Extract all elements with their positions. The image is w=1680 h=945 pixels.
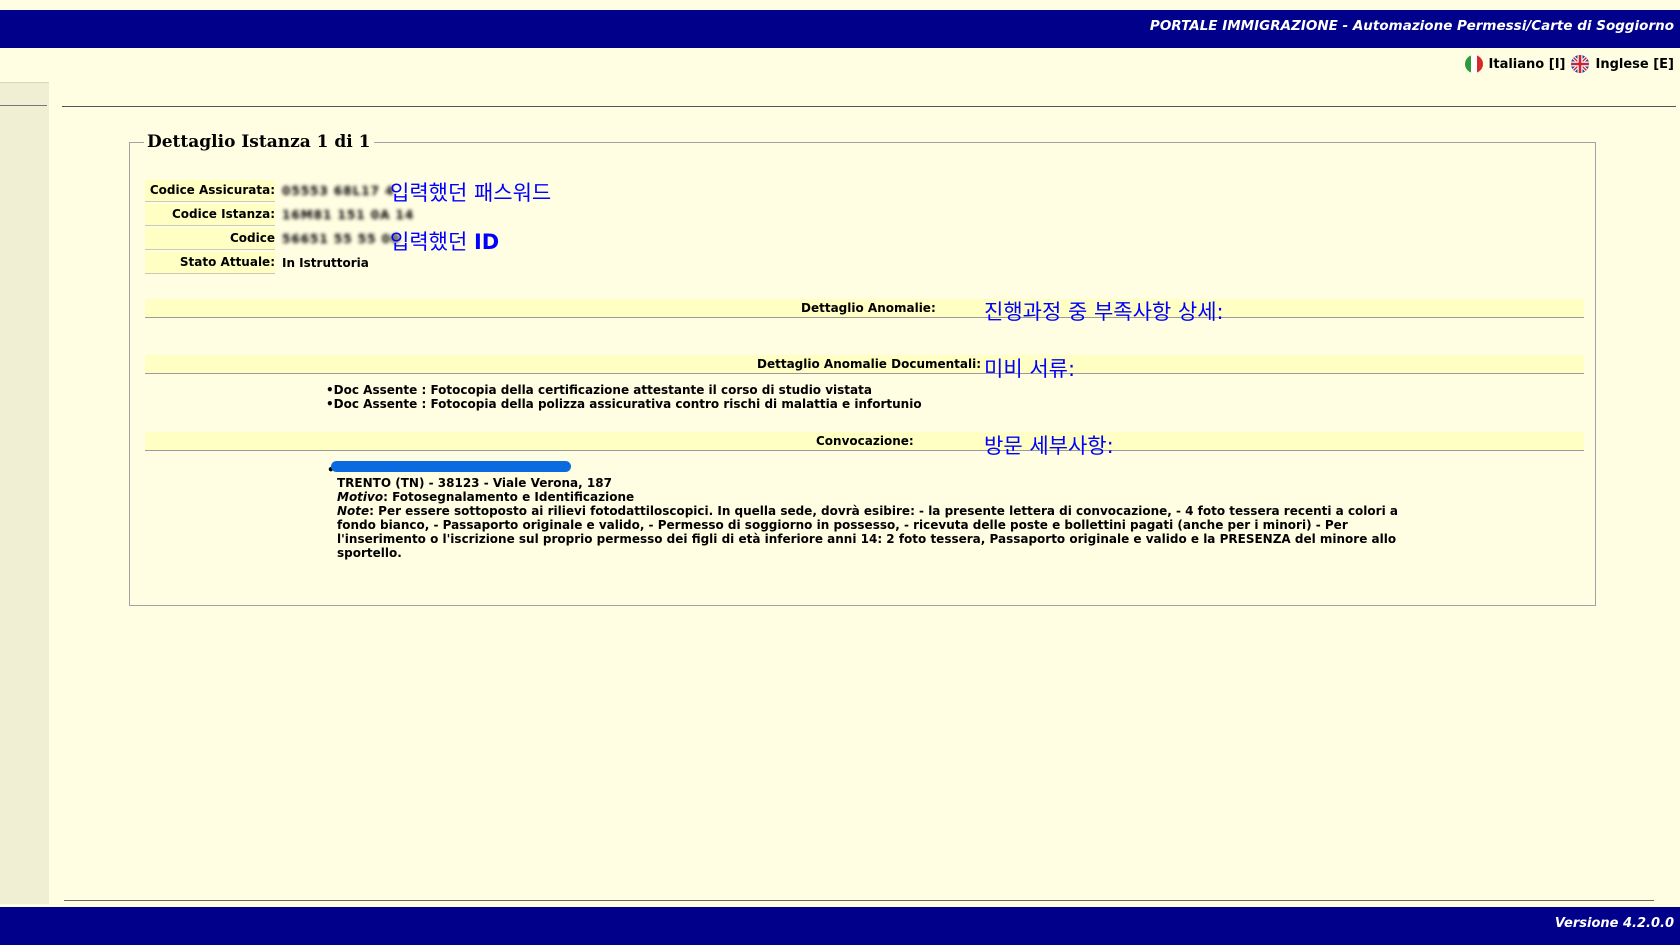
language-english-link[interactable]: Inglese [E]: [1595, 57, 1674, 72]
motivo-label: Motivo: [337, 490, 384, 504]
note-text: : Per essere sottoposto ai rilievi fotod…: [337, 504, 1398, 560]
annotation-convocazione: 방문 세부사항:: [984, 434, 1114, 458]
version-label: Versione 4.2.0.0: [1554, 916, 1674, 931]
field-value: In Istruttoria: [282, 256, 369, 270]
field-label: Codice Ologramma:: [145, 228, 275, 265]
field-value-redacted: 56651 55 55 00: [282, 232, 401, 246]
motivo-text: : Fotosegnalamento e Identificazione: [383, 490, 635, 504]
section-documentali-header: Dettaglio Anomalie Documentali:: [145, 355, 1584, 374]
app-header: PORTALE IMMIGRAZIONE - Automazione Perme…: [0, 10, 1680, 48]
annotation-id: 입력했던 ID: [390, 226, 499, 256]
italy-flag-icon[interactable]: [1464, 55, 1483, 73]
field-label: Codice Istanza:: [145, 204, 275, 226]
annotation-anomalie: 진행과정 중 부족사항 상세:: [984, 300, 1224, 324]
sidebar-divider-top: [0, 82, 49, 83]
annotation-id-strong: ID: [473, 230, 500, 254]
annotation-id-prefix: 입력했던: [390, 230, 474, 254]
section-convocazione-header: Convocazione:: [145, 432, 1584, 451]
annotation-password: 입력했던 패스워드: [390, 181, 552, 205]
redaction-bar: [331, 461, 571, 472]
convocation-details: • TRENTO (TN) - 38123 - Viale Verona, 18…: [327, 461, 1417, 560]
left-sidebar: [0, 82, 49, 904]
bottom-divider: [64, 900, 1654, 901]
top-strip: [0, 0, 1680, 10]
portal-title: PORTALE IMMIGRAZIONE - Automazione Perme…: [1149, 18, 1674, 34]
convocation-address: TRENTO (TN) - 38123 - Viale Verona, 187: [337, 476, 612, 490]
language-selector: Italiano [I] Inglese [E]: [1464, 55, 1674, 73]
missing-documents-list: Doc Assente : Fotocopia della certificaz…: [326, 383, 922, 411]
field-value-redacted: 16M81 151 0A 14: [282, 208, 415, 222]
list-item: Doc Assente : Fotocopia della polizza as…: [326, 397, 922, 411]
sidebar-divider: [0, 105, 47, 106]
convocation-note: Note: Per essere sottoposto ai rilievi f…: [337, 504, 1417, 560]
app-footer: Versione 4.2.0.0: [0, 907, 1680, 945]
annotation-documentali: 미비 서류:: [984, 357, 1076, 381]
section-convocazione-title: Convocazione:: [816, 434, 914, 448]
section-anomalie-header: Dettaglio Anomalie:: [145, 299, 1584, 318]
section-anomalie-title: Dettaglio Anomalie:: [801, 301, 936, 315]
section-documentali-title: Dettaglio Anomalie Documentali:: [757, 357, 982, 371]
field-value-redacted: 05553 68L17 4: [282, 184, 395, 198]
language-italian-link[interactable]: Italiano [I]: [1489, 57, 1566, 72]
instance-detail-legend: Dettaglio Istanza 1 di 1: [147, 132, 371, 152]
convocation-motivo: Motivo: Fotosegnalamento e Identificazio…: [337, 490, 1417, 504]
field-label: Codice Assicurata:: [145, 180, 275, 202]
uk-flag-icon[interactable]: [1571, 55, 1590, 73]
note-label: Note: [337, 504, 370, 518]
list-item: Doc Assente : Fotocopia della certificaz…: [326, 383, 922, 397]
field-label: Stato Attuale:: [145, 252, 275, 274]
top-divider: [62, 106, 1676, 107]
